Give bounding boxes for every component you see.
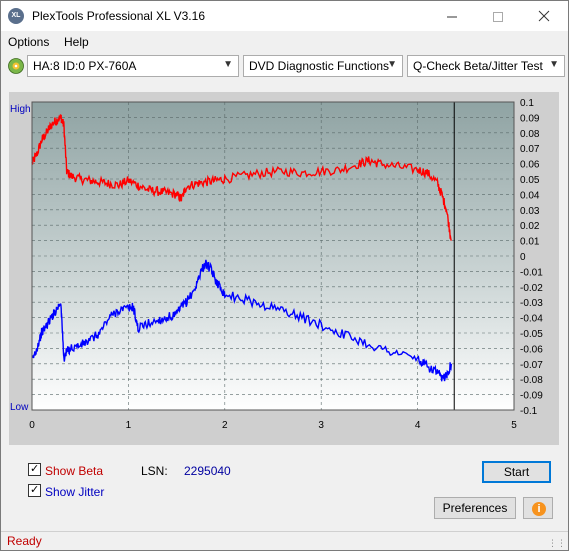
- function-select-value: DVD Diagnostic Functions: [249, 59, 390, 73]
- y-tick-label: 0.06: [520, 160, 540, 171]
- chevron-down-icon: ▼: [387, 59, 397, 70]
- y-tick-label: 0.03: [520, 206, 540, 217]
- drive-select-value: HA:8 ID:0 PX-760A: [33, 59, 137, 73]
- menu-options[interactable]: Options: [8, 35, 49, 49]
- y-tick-label: -0.01: [520, 267, 543, 278]
- lsn-label: LSN:: [141, 464, 168, 478]
- y-tick-label: -0.08: [520, 375, 543, 386]
- chart-panel: High Low 012345 0.1 0.09 0.08 0.07 0.06 0.05 0…: [9, 92, 559, 445]
- x-tick-label: 1: [126, 420, 132, 431]
- y-tick-label: -0.02: [520, 283, 543, 294]
- y-tick-label: -0.05: [520, 329, 543, 340]
- maximize-button[interactable]: [475, 1, 521, 31]
- show-jitter-label[interactable]: Show Jitter: [45, 485, 104, 499]
- y-tick-label: 0.08: [520, 129, 540, 140]
- minimize-icon: [447, 16, 457, 18]
- y-tick-label: -0.03: [520, 298, 543, 309]
- y-tick-label: 0: [520, 252, 526, 263]
- menu-help-label: Help: [64, 35, 89, 49]
- y-tick-label: -0.06: [520, 344, 543, 355]
- menu-bar: Options Help: [1, 32, 568, 52]
- y-tick-label: -0.09: [520, 391, 543, 402]
- show-beta-checkbox[interactable]: ✓: [28, 463, 41, 476]
- start-button[interactable]: Start: [482, 461, 551, 483]
- show-beta-label[interactable]: Show Beta: [45, 464, 103, 478]
- title-bar[interactable]: XL PlexTools Professional XL V3.16: [1, 1, 568, 31]
- preferences-button[interactable]: Preferences: [434, 497, 516, 519]
- checkmark-icon: ✓: [30, 484, 40, 496]
- y-tick-label: 0.05: [520, 175, 540, 186]
- lsn-value: 2295040: [184, 464, 231, 478]
- y-tick-label: 0.07: [520, 144, 540, 155]
- axis-high-label: High: [10, 104, 31, 115]
- maximize-icon: [493, 12, 503, 23]
- y-tick-label: 0.1: [520, 98, 534, 109]
- y-tick-label: 0.02: [520, 221, 540, 232]
- disc-drive-icon: [8, 58, 24, 74]
- drive-select[interactable]: HA:8 ID:0 PX-760A ▼: [27, 55, 239, 77]
- x-tick-label: 5: [511, 420, 517, 431]
- info-button[interactable]: i: [523, 497, 553, 519]
- close-icon: [538, 10, 550, 22]
- x-tick-label: 4: [415, 420, 421, 431]
- beta-jitter-chart: High Low 012345 0.10.090.080.070.060.050…: [10, 98, 543, 431]
- x-axis-ticks: 0 1 2 3 4 5: [29, 420, 517, 431]
- start-button-label: Start: [503, 465, 530, 479]
- y-tick-label: -0.1: [520, 406, 538, 417]
- close-button[interactable]: [521, 1, 567, 31]
- test-select[interactable]: Q-Check Beta/Jitter Test ▼: [407, 55, 565, 77]
- menu-help[interactable]: Help: [64, 35, 89, 49]
- chevron-down-icon: ▼: [549, 59, 559, 70]
- menu-options-label: Options: [8, 35, 50, 49]
- window-title: PlexTools Professional XL V3.16: [32, 9, 205, 23]
- y-axis-ticks: 0.1 0.09 0.08 0.07 0.06 0.05 0.04 0.03 0.02 0.01 0…: [520, 98, 543, 417]
- minimize-button[interactable]: [429, 1, 475, 31]
- y-tick-label: 0.09: [520, 113, 540, 124]
- test-select-value: Q-Check Beta/Jitter Test: [413, 59, 543, 73]
- y-tick-label: 0.01: [520, 237, 540, 248]
- show-jitter-checkbox[interactable]: ✓: [28, 484, 41, 497]
- preferences-button-label: Preferences: [442, 501, 508, 515]
- controls-panel: ✓ Show Beta ✓ Show Jitter LSN: 2295040 S…: [9, 451, 559, 527]
- status-text: Ready: [7, 534, 42, 548]
- resize-grip-icon[interactable]: ⋮⋮: [548, 538, 566, 549]
- x-tick-label: 3: [318, 420, 324, 431]
- y-tick-label: -0.07: [520, 360, 543, 371]
- app-window: XL PlexTools Professional XL V3.16 Optio…: [0, 0, 569, 551]
- app-logo-icon: XL: [8, 8, 24, 24]
- grid-lines: [31, 101, 515, 411]
- status-bar: Ready ⋮⋮: [1, 531, 568, 550]
- info-icon: i: [532, 502, 546, 516]
- checkmark-icon: ✓: [30, 463, 40, 475]
- x-tick-label: 0: [29, 420, 35, 431]
- y-tick-label: 0.04: [520, 190, 540, 201]
- axis-low-label: Low: [10, 402, 29, 413]
- function-select[interactable]: DVD Diagnostic Functions ▼: [243, 55, 403, 77]
- x-tick-label: 2: [222, 420, 228, 431]
- chevron-down-icon: ▼: [223, 59, 233, 70]
- y-tick-label: -0.04: [520, 314, 543, 325]
